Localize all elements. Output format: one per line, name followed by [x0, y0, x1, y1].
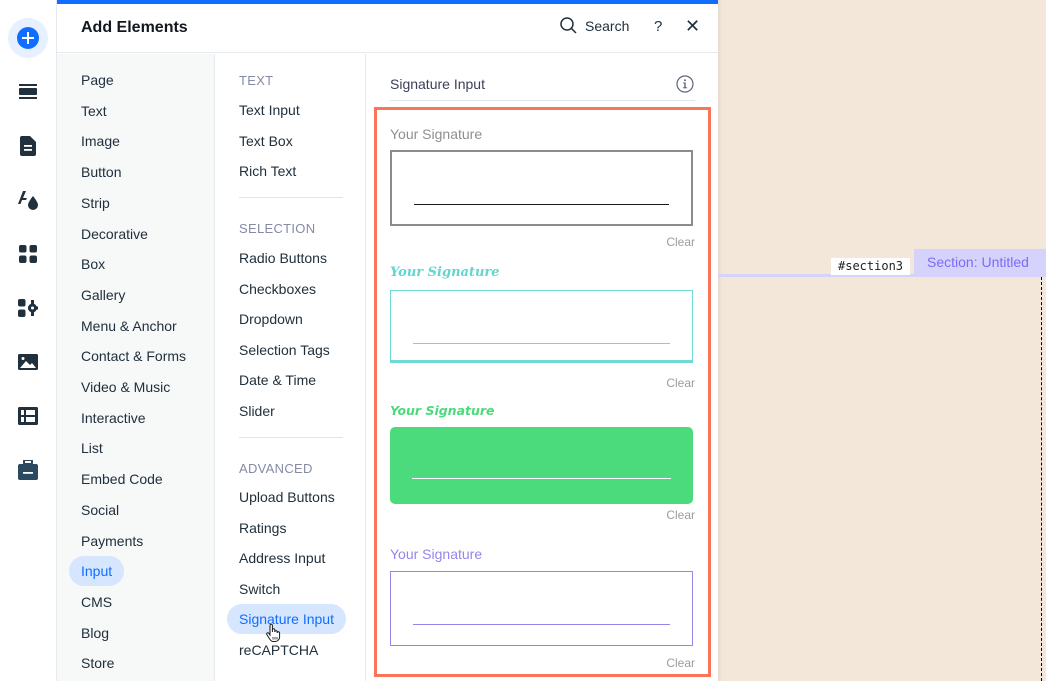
category-item[interactable]: Page	[69, 65, 126, 95]
signature-pad	[390, 571, 693, 646]
clear-button[interactable]: Clear	[666, 656, 695, 670]
signature-label: Your Signature	[390, 265, 500, 280]
sections-button[interactable]	[8, 72, 48, 112]
signature-baseline	[413, 624, 670, 625]
subcategory-item[interactable]: Switch	[227, 574, 292, 604]
apps-icon	[19, 245, 37, 263]
signature-baseline	[413, 343, 670, 344]
signature-pad	[390, 427, 693, 504]
add-icon	[17, 27, 39, 49]
help-button[interactable]: ?	[654, 18, 662, 35]
subcategory-item[interactable]: Text Box	[227, 126, 305, 156]
apps-button[interactable]	[8, 234, 48, 274]
category-item[interactable]: Strip	[69, 188, 122, 218]
category-item[interactable]: Video & Music	[69, 372, 182, 402]
portfolio-button[interactable]	[8, 450, 48, 490]
category-item[interactable]: Payments	[69, 526, 155, 556]
category-item[interactable]: Social	[69, 495, 131, 525]
subcategory-list: TEXT Text Input Text Box Rich Text SELECTION…	[215, 54, 366, 681]
preview-divider	[390, 100, 695, 101]
category-item[interactable]: Gallery	[69, 280, 137, 310]
category-list: Page Text Image Button Strip Decorative Box Gal…	[57, 54, 215, 681]
section-label[interactable]: Section: Untitled	[914, 249, 1046, 276]
business-apps-button[interactable]	[8, 288, 48, 328]
category-item[interactable]: Box	[69, 249, 117, 279]
category-item[interactable]: Input	[69, 556, 125, 587]
subcategory-item[interactable]: Dropdown	[227, 304, 315, 334]
panel-header: Add Elements Search ? ✕	[57, 4, 718, 53]
theme-icon	[18, 191, 38, 210]
signature-input-preset-group[interactable]: Your Signature Clear Your Signature Clear Yo…	[374, 107, 711, 677]
group-divider	[239, 437, 343, 438]
subcategory-item[interactable]: Text Input	[227, 95, 312, 125]
search-button[interactable]: Search	[560, 17, 629, 34]
search-label: Search	[585, 17, 630, 34]
pages-icon	[20, 136, 36, 156]
signature-label: Your Signature	[390, 546, 483, 562]
clear-button[interactable]: Clear	[666, 508, 695, 522]
subcategory-item[interactable]: Ratings	[227, 513, 298, 543]
category-item[interactable]: Store	[69, 648, 126, 678]
category-item[interactable]: List	[69, 433, 115, 463]
signature-label: Your Signature	[390, 126, 483, 142]
signature-preset[interactable]: Your Signature Clear	[390, 125, 695, 255]
category-item[interactable]: Menu & Anchor	[69, 311, 189, 341]
cms-button[interactable]	[8, 396, 48, 436]
category-item[interactable]: Image	[69, 126, 132, 156]
category-item[interactable]: Contact & Forms	[69, 341, 198, 371]
category-item[interactable]: Text	[69, 96, 119, 126]
subcategory-heading: TEXT	[239, 73, 274, 88]
category-item[interactable]: Interactive	[69, 403, 158, 433]
signature-preset[interactable]: Your Signature Clear	[390, 264, 695, 394]
signature-pad	[390, 150, 693, 226]
category-item[interactable]: Button	[69, 157, 133, 187]
subcategory-item[interactable]: Slider	[227, 396, 287, 426]
subcategory-item[interactable]: Rich Text	[227, 156, 308, 186]
clear-button[interactable]: Clear	[666, 235, 695, 249]
signature-label: Your Signature	[390, 403, 495, 418]
category-item[interactable]: CMS	[69, 587, 124, 617]
preview-pane: Signature Input Your Signature Clear Your …	[366, 54, 718, 681]
subcategory-item[interactable]: Radio Buttons	[227, 243, 339, 273]
cms-icon	[18, 407, 38, 425]
signature-pad	[390, 290, 693, 363]
site-design-button[interactable]	[8, 180, 48, 220]
subcategory-heading: SELECTION	[239, 221, 316, 236]
pointer-hand-icon	[266, 624, 281, 642]
signature-preset[interactable]: Your Signature Clear	[390, 545, 695, 675]
subcategory-item[interactable]: Upload Buttons	[227, 482, 347, 512]
gridline-dashed	[1041, 277, 1042, 681]
close-button[interactable]: ✕	[685, 16, 700, 37]
subcategory-item[interactable]: Signature Input	[227, 604, 346, 635]
media-button[interactable]	[8, 342, 48, 382]
sections-icon	[19, 84, 37, 99]
panel-shadow	[718, 0, 722, 681]
clear-button[interactable]: Clear	[666, 376, 695, 390]
signature-baseline	[412, 478, 671, 479]
add-elements-button[interactable]	[8, 18, 48, 58]
subcategory-item[interactable]: Selection Tags	[227, 335, 342, 365]
subcategory-heading: ADVANCED	[239, 461, 313, 476]
category-item[interactable]: Blog	[69, 618, 121, 648]
media-icon	[18, 354, 38, 370]
editor-canvas[interactable]	[718, 0, 1046, 681]
subcategory-item[interactable]: Date & Time	[227, 365, 328, 395]
info-icon[interactable]	[676, 75, 694, 93]
add-elements-panel: Add Elements Search ? ✕ Page Text Image But…	[57, 0, 718, 681]
category-item[interactable]: Decorative	[69, 219, 160, 249]
portfolio-icon	[18, 460, 38, 480]
panel-title: Add Elements	[81, 19, 188, 36]
search-icon	[560, 17, 577, 34]
group-divider	[239, 197, 343, 198]
business-apps-icon	[18, 299, 38, 317]
section-anchor-id: #section3	[831, 258, 911, 275]
signature-baseline	[414, 204, 669, 205]
category-item[interactable]: Embed Code	[69, 464, 175, 494]
pages-button[interactable]	[8, 126, 48, 166]
preview-title: Signature Input	[390, 76, 485, 92]
subcategory-item[interactable]: Address Input	[227, 543, 337, 573]
subcategory-item[interactable]: Checkboxes	[227, 274, 328, 304]
left-toolbar	[0, 0, 57, 681]
signature-preset[interactable]: Your Signature Clear	[390, 402, 695, 532]
